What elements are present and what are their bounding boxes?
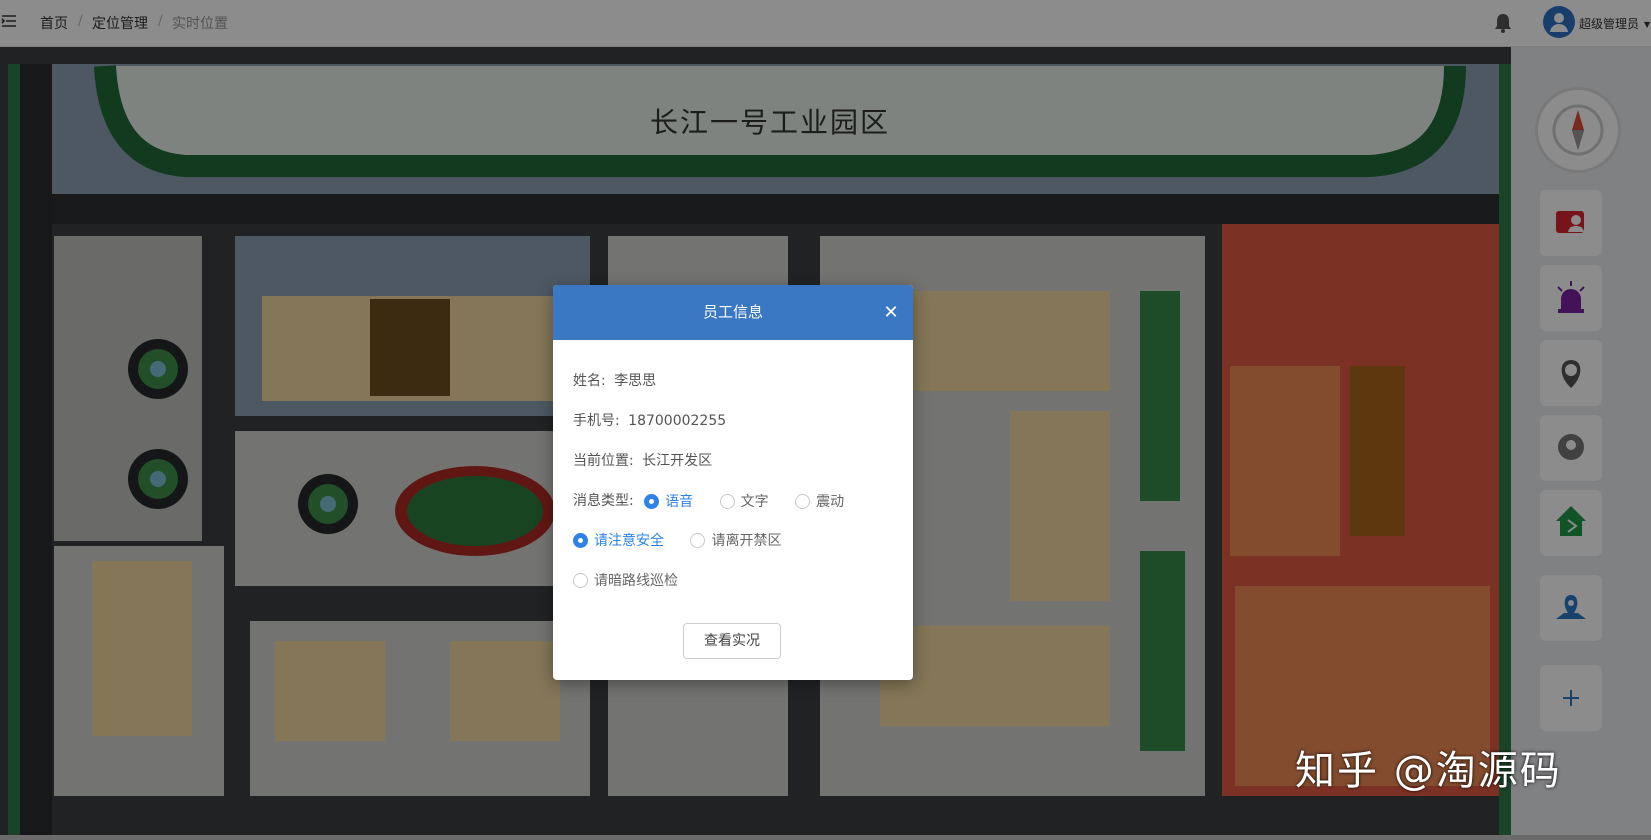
radio-message-safety[interactable] (573, 532, 588, 548)
message-row-2: 请暗路线巡检 (573, 570, 700, 590)
watermark: 知乎 @淘源码 (1295, 748, 1562, 794)
location-value: 长江开发区 (642, 453, 713, 469)
phone-value: 18700002255 (628, 413, 727, 429)
name-label: 姓名: (573, 373, 606, 389)
modal-header: 员工信息 ✕ (553, 285, 913, 340)
location-row: 当前位置: 长江开发区 (573, 450, 712, 470)
radio-message-patrol[interactable] (573, 572, 588, 588)
radio-voice[interactable] (644, 493, 660, 509)
message-row-1: 请注意安全 请离开禁区 (573, 530, 803, 550)
view-live-button[interactable]: 查看实况 (683, 623, 781, 659)
radio-message-patrol-label[interactable]: 请暗路线巡检 (594, 573, 678, 589)
radio-text-label[interactable]: 文字 (741, 494, 769, 510)
radio-message-safety-label[interactable]: 请注意安全 (594, 533, 664, 549)
message-type-label: 消息类型: (573, 493, 634, 509)
message-type-row: 消息类型: 语音 文字 震动 (573, 490, 866, 511)
modal-title: 员工信息 (702, 303, 763, 321)
radio-message-leave-zone-label[interactable]: 请离开禁区 (711, 533, 781, 549)
phone-row: 手机号: 18700002255 (573, 410, 726, 430)
location-label: 当前位置: (573, 453, 634, 469)
phone-label: 手机号: (573, 413, 620, 429)
name-row: 姓名: 李思思 (573, 370, 656, 390)
radio-vibrate-label[interactable]: 震动 (816, 494, 844, 510)
radio-text[interactable] (719, 493, 735, 509)
close-icon[interactable]: ✕ (879, 285, 903, 340)
name-value: 李思思 (614, 373, 657, 389)
radio-message-leave-zone[interactable] (690, 532, 706, 548)
radio-voice-label[interactable]: 语音 (665, 494, 693, 510)
radio-vibrate[interactable] (795, 493, 811, 509)
employee-info-modal: 员工信息 ✕ 姓名: 李思思 手机号: 18700002255 当前位置: 长江… (553, 285, 913, 680)
